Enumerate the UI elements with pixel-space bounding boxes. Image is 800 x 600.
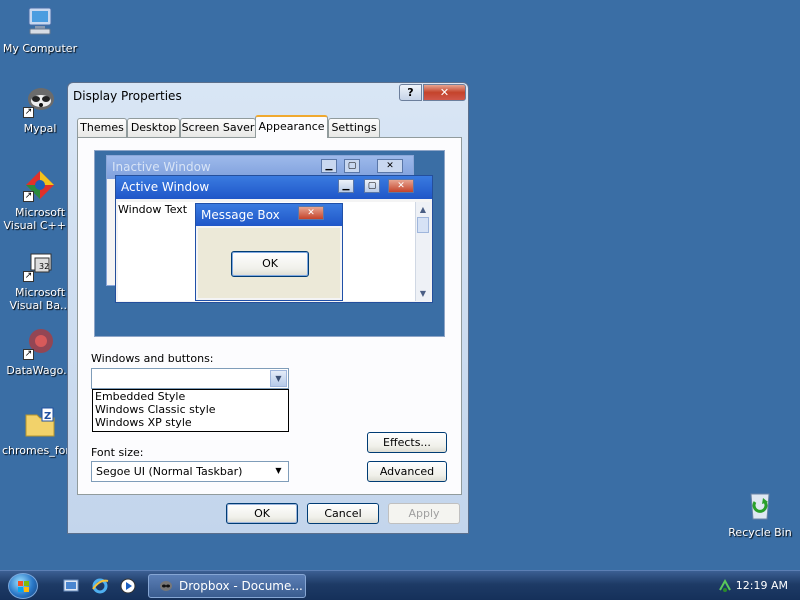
taskbar-button-label: Dropbox - Docume... [179,579,303,593]
dialog-title: Display Properties [73,89,182,103]
font-size-value: Segoe UI (Normal Taskbar) [96,465,243,478]
ie-icon[interactable] [91,577,109,595]
raccoon-browser-icon [160,581,172,591]
zip-folder-icon: Z [23,406,57,440]
visual-cpp-icon: ↗ [23,168,57,202]
media-player-icon[interactable] [119,577,137,595]
chevron-down-icon[interactable]: ▼ [270,463,287,480]
advanced-button[interactable]: Advanced [367,461,447,482]
chevron-down-icon[interactable]: ▼ [270,370,287,387]
preview-active-title: Active Window [116,176,432,199]
start-button[interactable] [8,573,38,599]
ok-button[interactable]: OK [226,503,298,524]
windows-buttons-dropdown: Embedded Style Windows Classic style Win… [92,389,289,432]
preview-message-body: OK [198,228,340,298]
shortcut-arrow-icon: ↗ [23,191,34,202]
visual-basic-icon: 32 ↗ [23,248,57,282]
show-desktop-icon[interactable] [62,577,80,595]
dropdown-option-embedded[interactable]: Embedded Style [93,390,288,403]
maximize-icon: ▢ [344,159,360,173]
shortcut-arrow-icon: ↗ [23,107,34,118]
taskbar-button-dropbox[interactable]: Dropbox - Docume... [148,574,306,598]
svg-text:32: 32 [39,262,49,271]
close-icon: ✕ [298,206,324,220]
preview-scrollbar: ▲ ▼ [415,202,430,301]
tab-appearance[interactable]: Appearance [255,115,328,138]
dropdown-option-xp[interactable]: Windows XP style [93,416,288,429]
network-icon[interactable] [717,578,733,594]
computer-icon [23,4,57,38]
display-properties-dialog: Display Properties ? ✕ Themes Desktop Sc… [67,82,469,534]
shortcut-arrow-icon: ↗ [23,349,34,360]
preview-ok-button: OK [231,251,309,277]
desktop-icon-label: Recycle Bin [728,526,792,539]
minimize-icon: ▁ [338,179,354,193]
help-button[interactable]: ? [399,84,422,101]
preview-message-box: Message Box ✕ OK [195,203,343,301]
tab-settings[interactable]: Settings [328,118,380,137]
font-size-label: Font size: [91,446,144,459]
close-icon: ✕ [377,159,403,173]
datawagon-icon: ↗ [23,326,57,360]
windows-buttons-label: Windows and buttons: [91,352,214,365]
clock[interactable]: 12:19 AM [736,579,788,592]
cancel-button[interactable]: Cancel [307,503,379,524]
desktop-icon-my-computer[interactable]: My Computer [2,4,78,55]
shortcut-arrow-icon: ↗ [23,271,34,282]
tab-desktop[interactable]: Desktop [127,118,180,137]
windows-buttons-select[interactable]: ▼ [91,368,289,389]
tab-themes[interactable]: Themes [77,118,127,137]
close-icon: ✕ [388,179,414,193]
taskbar: Dropbox - Docume... 12:19 AM [0,570,800,600]
appearance-panel: Inactive Window ▁ ▢ ✕ Active Window ▁ ▢ … [77,137,462,495]
raccoon-browser-icon: ↗ [23,84,57,118]
minimize-icon: ▁ [321,159,337,173]
dropdown-option-classic[interactable]: Windows Classic style [93,403,288,416]
tab-screen-saver[interactable]: Screen Saver [180,118,256,137]
apply-button[interactable]: Apply [388,503,460,524]
close-button[interactable]: ✕ [423,84,466,101]
effects-button[interactable]: Effects... [367,432,447,453]
preview-window-text: Window Text [118,203,188,216]
font-size-select[interactable]: Segoe UI (Normal Taskbar) ▼ [91,461,289,482]
appearance-preview: Inactive Window ▁ ▢ ✕ Active Window ▁ ▢ … [94,150,445,337]
svg-text:Z: Z [44,411,51,422]
desktop-icon-recycle-bin[interactable]: Recycle Bin [722,488,798,539]
windows-logo-icon [18,581,30,593]
desktop-icon-label: My Computer [2,42,78,55]
maximize-icon: ▢ [364,179,380,193]
recycle-bin-icon [743,488,777,522]
system-tray: 12:19 AM [708,571,800,600]
